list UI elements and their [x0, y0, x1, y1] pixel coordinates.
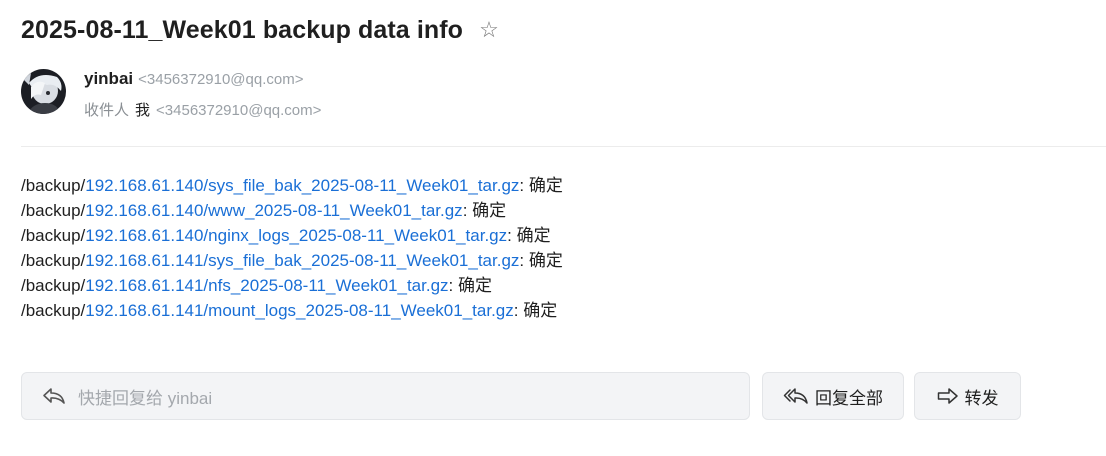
body-line: /backup/192.168.61.141/mount_logs_2025-0… [21, 301, 558, 320]
quick-reply-input[interactable]: 快捷回复给 yinbai [21, 372, 750, 420]
avatar-image [21, 69, 66, 114]
body-link[interactable]: 192.168.61.140/sys_file_bak_2025-08-11_W… [85, 176, 519, 195]
reply-icon [42, 385, 68, 407]
star-icon[interactable]: ☆ [479, 19, 499, 41]
body-line: /backup/192.168.61.140/www_2025-08-11_We… [21, 201, 507, 220]
reply-all-icon [783, 387, 809, 405]
email-body: /backup/192.168.61.140/sys_file_bak_2025… [21, 173, 563, 323]
body-link[interactable]: 192.168.61.141/mount_logs_2025-08-11_Wee… [85, 301, 513, 320]
recipients-label: 收件人 [84, 102, 130, 119]
body-link[interactable]: 192.168.61.140/www_2025-08-11_Week01_tar… [85, 201, 462, 220]
recipient-name[interactable]: 我 [135, 102, 150, 119]
subject-row: 2025-08-11_Week01 backup data info ☆ [21, 12, 499, 48]
body-line: /backup/192.168.61.141/nfs_2025-08-11_We… [21, 276, 492, 295]
quick-reply-placeholder: 快捷回复给 yinbai [78, 388, 213, 408]
email-subject: 2025-08-11_Week01 backup data info [21, 15, 464, 44]
forward-button[interactable]: 转发 [914, 372, 1021, 420]
sender-line: yinbai <3456372910@qq.com> [84, 69, 303, 89]
sender-email: <3456372910@qq.com> [138, 71, 304, 88]
avatar[interactable] [21, 69, 66, 114]
body-line: /backup/192.168.61.140/nginx_logs_2025-0… [21, 226, 551, 245]
body-link[interactable]: 192.168.61.141/sys_file_bak_2025-08-11_W… [85, 251, 519, 270]
forward-label: 转发 [964, 388, 999, 408]
body-link[interactable]: 192.168.61.141/nfs_2025-08-11_Week01_tar… [85, 276, 448, 295]
body-line: /backup/192.168.61.140/sys_file_bak_2025… [21, 176, 563, 195]
header-divider [21, 146, 1106, 147]
recipient-email: <3456372910@qq.com> [156, 102, 322, 119]
body-line: /backup/192.168.61.141/sys_file_bak_2025… [21, 251, 563, 270]
recipients-line: 收件人我 <3456372910@qq.com> [84, 99, 321, 120]
body-link[interactable]: 192.168.61.140/nginx_logs_2025-08-11_Wee… [85, 226, 507, 245]
forward-icon [937, 387, 959, 405]
sender-name[interactable]: yinbai [84, 69, 133, 88]
reply-all-button[interactable]: 回复全部 [762, 372, 904, 420]
reply-all-label: 回复全部 [815, 388, 883, 408]
